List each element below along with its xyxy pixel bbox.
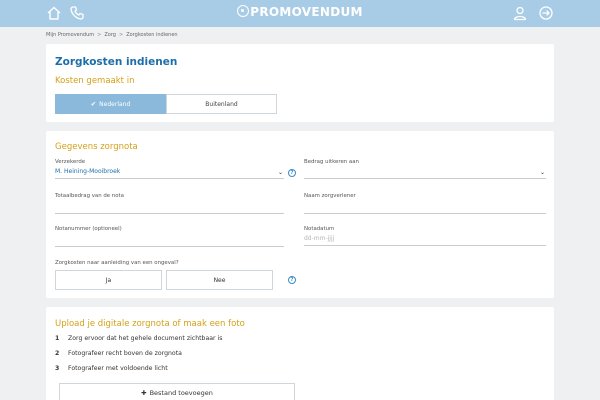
breadcrumb-item-current: Zorgkosten indienen (126, 32, 178, 38)
breadcrumb-separator: > (118, 32, 124, 38)
submit-claim-card: Zorgkosten indienen Kosten gemaakt in ✔ N… (46, 44, 554, 122)
breadcrumb: Mijn Promovendum > Zorg > Zorgkosten indiene… (46, 32, 178, 38)
chevron-down-icon: ⌄ (539, 169, 545, 176)
brand-name: PROMOVENDUM (250, 5, 363, 19)
accident-yes-button[interactable]: Ja (55, 270, 162, 290)
option-nederland-label: Nederland (99, 100, 131, 108)
total-amount-label: Totaalbedrag van de nota (55, 193, 124, 199)
invoice-date-placeholder: dd-mm-jjjj (304, 235, 335, 242)
list-item: 3 Fotografeer met voldoende licht (55, 365, 168, 372)
accident-yes-label: Ja (105, 276, 112, 284)
option-buitenland[interactable]: Buitenland (166, 94, 277, 114)
step-number: 1 (55, 335, 60, 342)
costs-location-heading: Kosten gemaakt in (55, 76, 135, 86)
chevron-down-icon: ⌄ (277, 169, 283, 176)
step-number: 3 (55, 365, 60, 372)
breadcrumb-item-home[interactable]: Mijn Promovendum (46, 32, 94, 38)
provider-name-input[interactable] (304, 203, 546, 214)
check-icon: ✔ (90, 100, 97, 108)
invoice-number-input[interactable] (55, 236, 284, 247)
help-icon[interactable]: ? (288, 276, 296, 284)
upload-card: Upload je digitale zorgnota of maak een … (46, 307, 554, 400)
insured-select[interactable]: M. Heining-Mooibroek ⌄ (55, 168, 284, 179)
accident-question: Zorgkosten naar aanleiding van een ongev… (55, 260, 179, 266)
list-item: 1 Zorg ervoor dat het gehele document zic… (55, 335, 223, 342)
brand-logo[interactable]: PROMOVENDUM (0, 5, 600, 19)
breadcrumb-separator: > (97, 32, 102, 38)
add-file-button[interactable]: ✚ Bestand toevoegen (59, 383, 295, 400)
step-text: Zorg ervoor dat het gehele document zich… (68, 335, 223, 342)
insured-value: M. Heining-Mooibroek (55, 168, 121, 175)
accident-no-button[interactable]: Nee (166, 270, 273, 290)
list-item: 2 Fotografeer recht boven de zorgnota (55, 350, 182, 357)
invoice-details-heading: Gegevens zorgnota (55, 142, 138, 152)
add-file-label: Bestand toevoegen (149, 389, 213, 397)
option-buitenland-label: Buitenland (205, 100, 238, 108)
user-icon[interactable] (512, 5, 528, 21)
step-text: Fotografeer recht boven de zorgnota (68, 350, 182, 357)
step-text: Fotografeer met voldoende licht (68, 365, 168, 372)
invoice-date-input[interactable]: dd-mm-jjjj (304, 235, 546, 246)
invoice-number-label: Notanummer (optioneel) (55, 226, 122, 232)
plus-icon: ✚ (141, 389, 147, 397)
top-bar: PROMOVENDUM (0, 0, 600, 27)
insured-label: Verzekerde (55, 159, 86, 165)
payout-to-select[interactable]: ⌄ (304, 168, 546, 179)
step-number: 2 (55, 350, 60, 357)
option-nederland[interactable]: ✔ Nederland (55, 94, 166, 114)
total-amount-input[interactable] (55, 203, 284, 214)
page-title: Zorgkosten indienen (55, 56, 178, 68)
accident-no-label: Nee (213, 276, 226, 284)
payout-to-label: Bedrag uitkeren aan (304, 159, 359, 165)
brand-mark-icon (237, 5, 250, 17)
help-icon[interactable]: ? (288, 169, 296, 177)
invoice-details-card: Gegevens zorgnota Verzekerde M. Heining-… (46, 131, 554, 298)
provider-name-label: Naam zorgverlener (304, 193, 356, 199)
upload-heading: Upload je digitale zorgnota of maak een … (55, 319, 245, 329)
logout-icon[interactable] (538, 5, 554, 21)
invoice-date-label: Notadatum (304, 226, 335, 232)
breadcrumb-item-zorg[interactable]: Zorg (104, 32, 116, 38)
